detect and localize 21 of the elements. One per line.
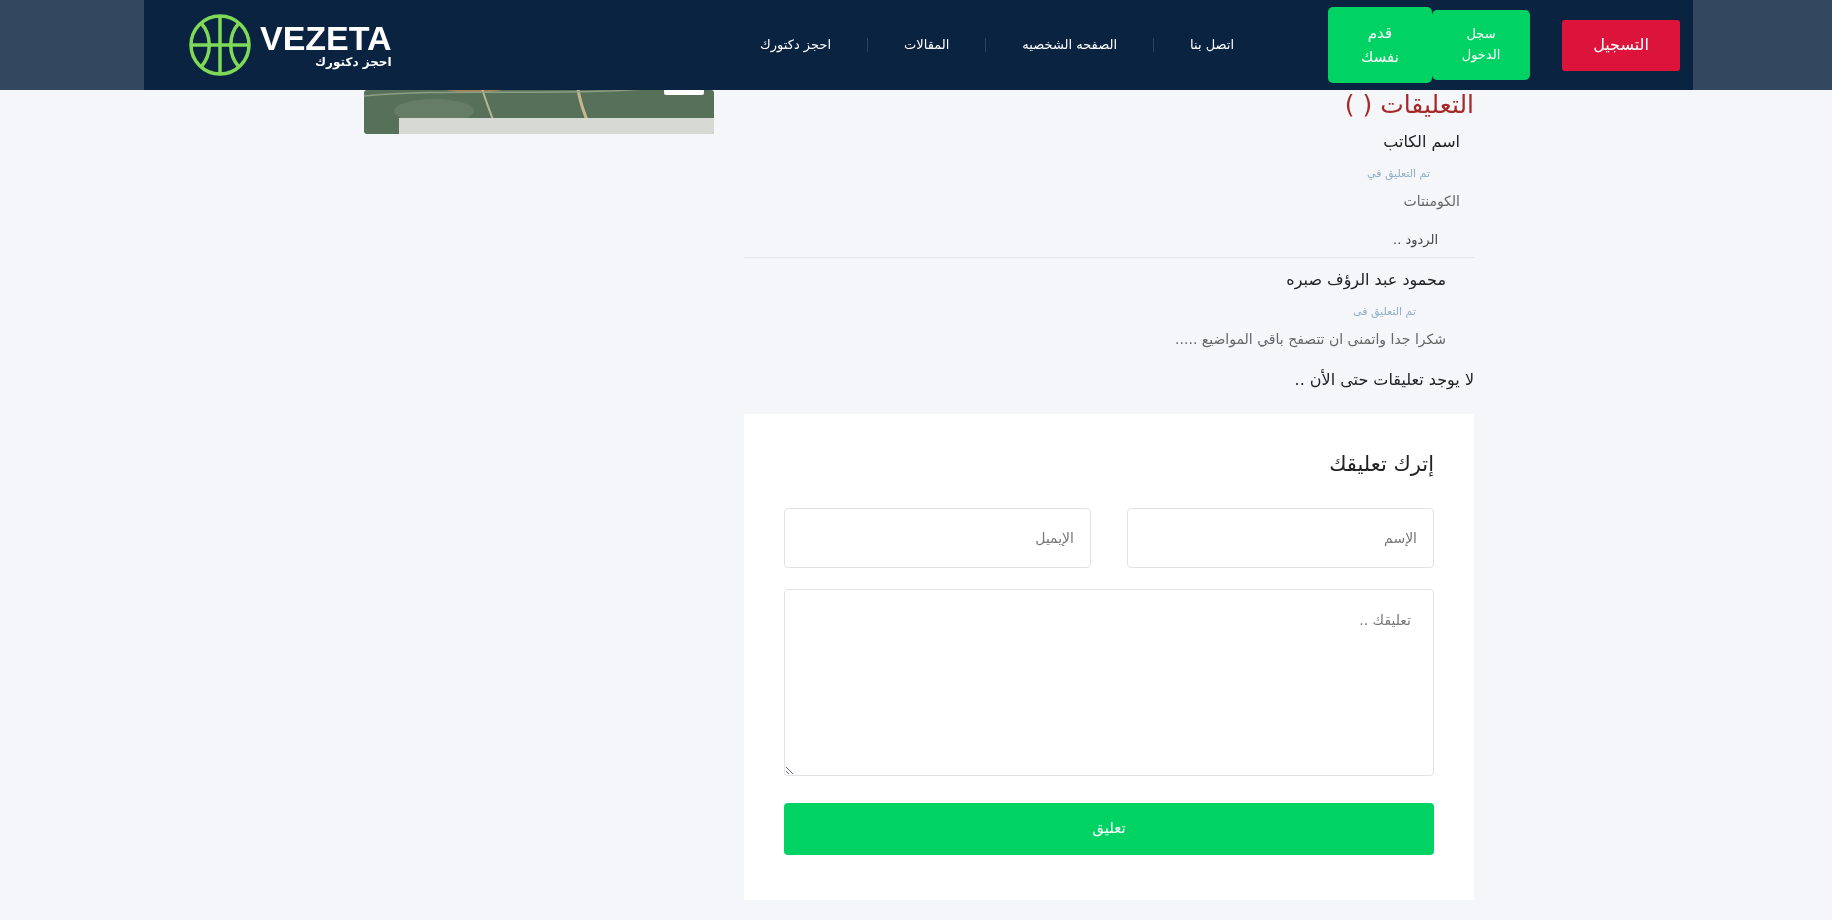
comment-date-label: تم التعليق فى (1352, 304, 1416, 320)
comment-author: اسم الكاتب (1382, 131, 1460, 153)
comment-text: شكرا جدا واتمنى ان تتصفح باقي المواضيع ..... (1174, 329, 1446, 350)
comment-date-label: تم التعليق في (1366, 166, 1430, 182)
basketball-icon (188, 13, 252, 77)
comment-field[interactable]: تعليقك .. (784, 588, 1434, 776)
form-heading: إترك تعليقك (1328, 451, 1434, 477)
replies-label: الردود .. (1392, 230, 1438, 249)
nav-link[interactable]: احجز دكتورك (760, 35, 868, 55)
email-field[interactable]: الإيميل (784, 507, 1091, 568)
comment-author: محمود عبد الرؤف صبره (1285, 269, 1446, 292)
nav-link[interactable]: المقالات (868, 35, 986, 55)
empty-comments-note: لا يوجد تعليقات حتى الأن .. (1293, 368, 1474, 391)
logo-tagline: احجز دكتورك (315, 54, 392, 70)
name-field[interactable]: الإسم (1127, 507, 1434, 568)
comment-text: الكومنتات (1402, 191, 1460, 212)
nav-link[interactable]: اتصل بنا (1154, 35, 1270, 55)
comments-heading: التعليقات ( ) (1343, 90, 1474, 120)
logo-text: VEZETA (260, 20, 392, 55)
nav-link[interactable]: الصفحه الشخصيه (986, 35, 1153, 55)
register-button[interactable]: التسجيل (1562, 19, 1680, 71)
